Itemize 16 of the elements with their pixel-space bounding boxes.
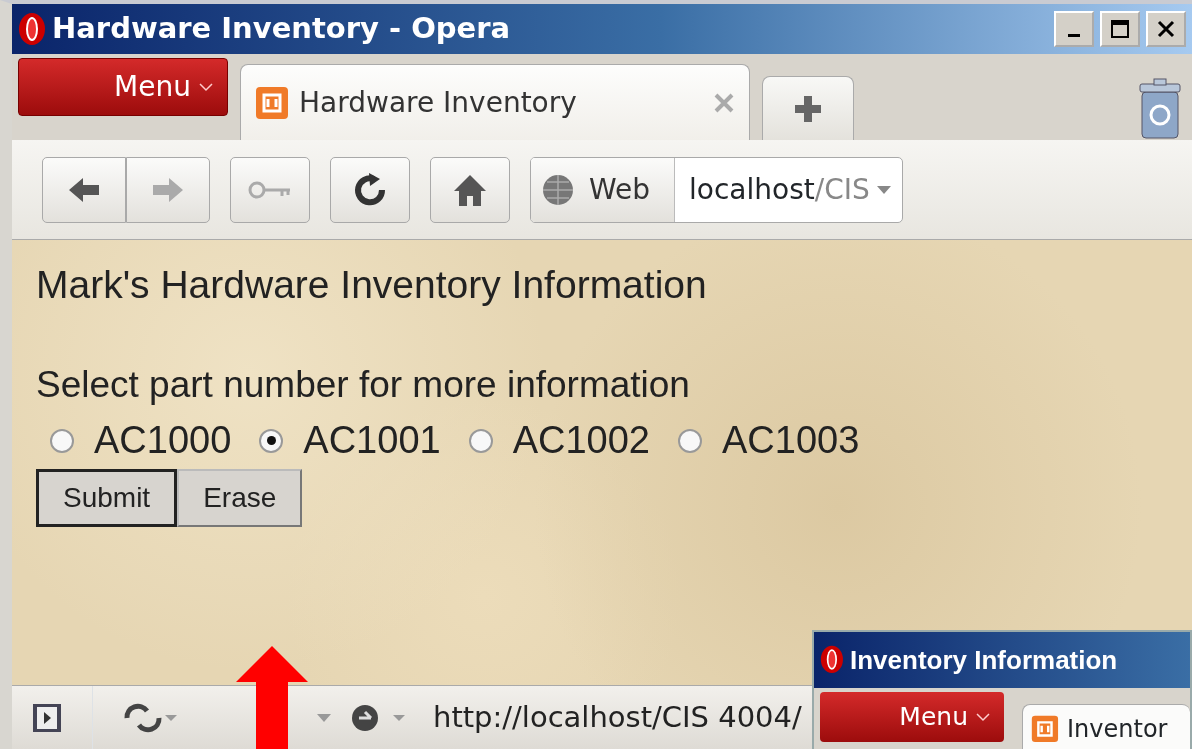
menu-button[interactable]: Menu: [820, 692, 1004, 742]
tab-title: Hardware Inventory: [299, 84, 578, 121]
browser-tab[interactable]: Hardware Inventory: [240, 64, 750, 140]
menu-button[interactable]: Menu: [18, 58, 228, 116]
status-url: http://localhost/CIS 4004/: [433, 698, 802, 736]
page-heading: Mark's Hardware Inventory Information: [36, 262, 708, 308]
option-label: AC1003: [722, 418, 860, 464]
option-label: AC1000: [94, 418, 232, 464]
submit-button[interactable]: Submit: [36, 469, 178, 528]
option-label: AC1001: [303, 418, 441, 464]
window-title: Hardware Inventory - Opera: [52, 10, 512, 48]
erase-button[interactable]: Erase: [177, 469, 303, 528]
prompt-text: Select part number for more information: [36, 362, 691, 407]
window-title: Inventory Information: [850, 643, 1118, 677]
option-label: AC1002: [512, 418, 650, 464]
browser-tab[interactable]: Inventor: [1022, 704, 1190, 749]
